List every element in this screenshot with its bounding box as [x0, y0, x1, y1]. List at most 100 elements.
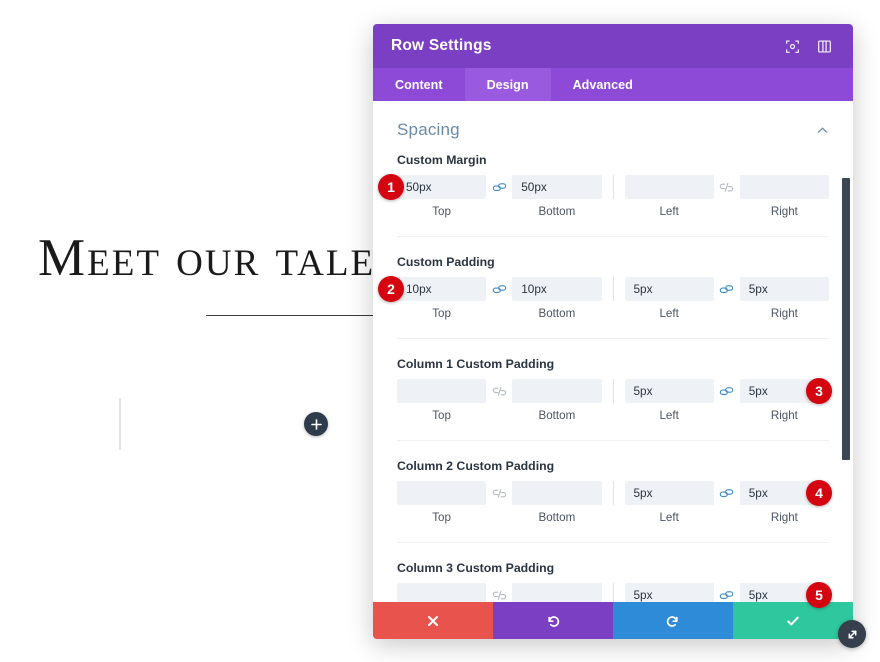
unlink-values-icon[interactable] [486, 481, 512, 505]
bottom-sublabel: Bottom [538, 511, 576, 524]
tab-design[interactable]: Design [464, 68, 551, 101]
field-group: Column 2 Custom Padding Top Bottom Left Righ… [397, 459, 829, 543]
field-group-label: Custom Margin [397, 153, 487, 167]
link-values-icon[interactable] [714, 481, 740, 505]
bottom-sublabel: Bottom [538, 307, 576, 320]
left-input[interactable] [624, 583, 714, 602]
field-cell-top: Top [397, 481, 487, 524]
left-input[interactable] [624, 481, 714, 505]
field-cell-bottom: Bottom [512, 379, 602, 422]
step-badge-1: 1 [378, 174, 404, 200]
top-input[interactable] [397, 277, 487, 301]
modal-body: Spacing Custom MarginTopBottomLeftRightC… [373, 101, 853, 602]
undo-icon [548, 615, 560, 627]
quad-field-row: Top Bottom LeftRight [397, 379, 829, 422]
resize-handle[interactable] [838, 620, 866, 648]
unlink-values-icon[interactable] [486, 583, 512, 602]
field-cell-bottom: Bottom [512, 481, 602, 524]
bottom-input[interactable] [512, 583, 602, 602]
field-cell-top: Top [397, 277, 487, 320]
field-divider [612, 277, 614, 301]
plus-icon [310, 418, 322, 430]
quad-half-left-right: Left Right [624, 481, 829, 524]
add-row-button[interactable] [304, 412, 328, 436]
right-sublabel: Right [770, 511, 798, 524]
tab-content[interactable]: Content [373, 68, 465, 101]
left-input[interactable] [624, 379, 714, 403]
spacing-section-header[interactable]: Spacing [397, 107, 829, 153]
quad-half-top-bottom: Top Bottom [397, 175, 602, 218]
field-divider [612, 583, 614, 602]
save-button[interactable] [733, 602, 853, 639]
scrollbar-thumb[interactable] [842, 178, 850, 460]
quad-half-top-bottom: Top Bottom [397, 379, 602, 422]
top-input[interactable] [397, 379, 487, 403]
top-input[interactable] [397, 175, 487, 199]
left-input[interactable] [624, 175, 714, 199]
bottom-sublabel: Bottom [538, 409, 576, 422]
quad-field-row: Top Bottom Left Right [397, 175, 829, 218]
spacing-section-title: Spacing [397, 120, 460, 139]
quad-half-left-right: Left Right [624, 175, 829, 218]
field-cell-left: Left [624, 175, 714, 218]
field-cell-left: Left [624, 583, 714, 602]
right-input[interactable] [739, 175, 829, 199]
link-values-icon[interactable] [486, 277, 512, 301]
field-cell-top: Top [397, 583, 487, 602]
field-group-label: Column 3 Custom Padding [397, 561, 555, 575]
tab-advanced[interactable]: Advanced [551, 68, 655, 101]
settings-scroll-area: Spacing Custom MarginTopBottomLeftRightC… [373, 101, 853, 602]
field-cell-right: Right [739, 175, 829, 218]
bottom-input[interactable] [512, 379, 602, 403]
left-sublabel: Left [659, 409, 679, 422]
link-values-icon[interactable] [714, 277, 740, 301]
modal-tabs: Content Design Advanced [373, 68, 853, 101]
right-sublabel: Right [770, 205, 798, 218]
quad-field-row: TopBottomLeftRight [397, 583, 829, 602]
modal-titlebar: Row Settings [373, 24, 853, 68]
field-group: Custom Padding Top Bottom Left Right [397, 255, 829, 339]
step-badge-3: 3 [806, 378, 832, 404]
quad-field-row: Top Bottom LeftRight [397, 481, 829, 524]
field-cell-bottom: Bottom [512, 175, 602, 218]
row-settings-modal: Row Settings Content Design Advanced Spa… [373, 24, 853, 639]
bottom-sublabel: Bottom [538, 205, 576, 218]
field-group-label: Custom Padding [397, 255, 495, 269]
unlink-values-icon[interactable] [486, 379, 512, 403]
field-group-label: Column 1 Custom Padding [397, 357, 555, 371]
field-cell-left: Left [624, 277, 714, 320]
right-input[interactable] [739, 277, 829, 301]
layout-panel-icon[interactable] [813, 35, 835, 57]
quad-half-top-bottom: Top Bottom [397, 583, 602, 602]
column-divider [119, 398, 121, 450]
field-group: Custom Margin Top Bottom Left Right [397, 153, 829, 237]
redo-button[interactable] [613, 602, 733, 639]
field-divider [612, 379, 614, 403]
link-values-icon[interactable] [714, 379, 740, 403]
chevron-up-icon[interactable] [816, 124, 829, 137]
left-sublabel: Left [659, 307, 679, 320]
undo-button[interactable] [493, 602, 613, 639]
bottom-input[interactable] [512, 481, 602, 505]
left-input[interactable] [624, 277, 714, 301]
modal-footer [373, 602, 853, 639]
link-values-icon[interactable] [486, 175, 512, 199]
quad-half-left-right: Left Right [624, 379, 829, 422]
field-group: Column 3 Custom Padding Top Bottom LeftRigh… [397, 561, 829, 602]
unlink-values-icon[interactable] [714, 175, 740, 199]
fullscreen-icon[interactable] [781, 35, 803, 57]
cancel-button[interactable] [373, 602, 493, 639]
field-cell-top: Top [397, 175, 487, 218]
bottom-input[interactable] [512, 277, 602, 301]
resize-diagonal-icon [848, 630, 856, 638]
top-input[interactable] [397, 583, 487, 602]
bottom-input[interactable] [512, 175, 602, 199]
modal-scrollbar[interactable] [842, 101, 850, 602]
top-sublabel: Top [432, 409, 451, 422]
top-sublabel: Top [432, 511, 451, 524]
link-values-icon[interactable] [714, 583, 740, 602]
field-group-label: Column 2 Custom Padding [397, 459, 555, 473]
field-divider [612, 481, 614, 505]
top-input[interactable] [397, 481, 487, 505]
redo-icon [666, 615, 678, 627]
